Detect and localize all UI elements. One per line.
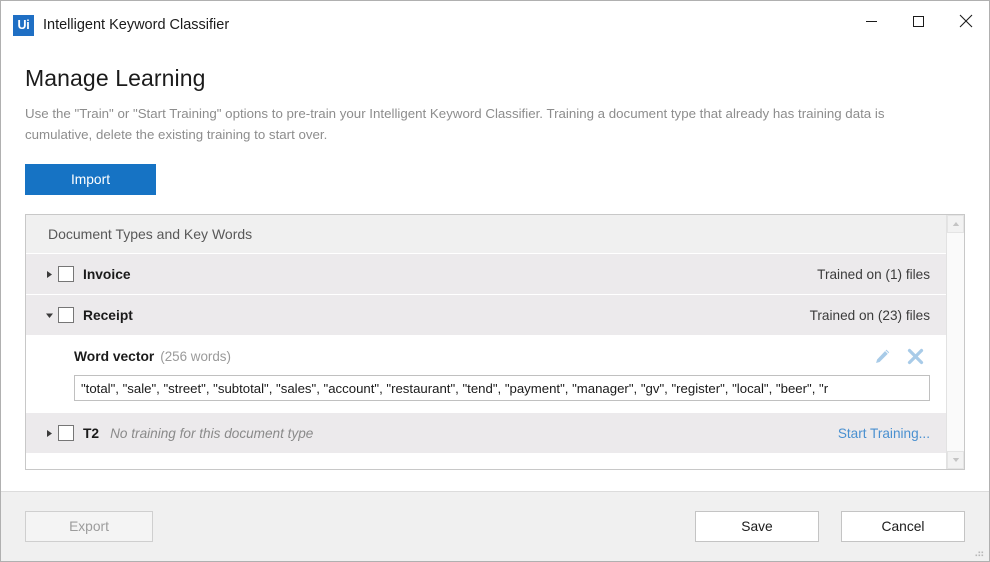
scrollbar-track[interactable] — [947, 233, 964, 452]
row-note: No training for this document type — [110, 425, 314, 441]
cancel-button[interactable]: Cancel — [841, 511, 965, 542]
document-types-list: Document Types and Key Words Invoice Tra… — [26, 215, 946, 469]
chevron-down-icon[interactable] — [40, 311, 58, 320]
close-icon[interactable] — [942, 1, 989, 41]
chevron-down-icon[interactable] — [947, 451, 964, 470]
list-header: Document Types and Key Words — [26, 215, 946, 254]
table-row[interactable]: T2 No training for this document type St… — [26, 412, 946, 454]
word-vector-actions — [874, 348, 930, 365]
pencil-icon[interactable] — [874, 348, 891, 365]
footer-bar: Export Save Cancel — [1, 491, 989, 561]
row-checkbox-invoice[interactable] — [58, 266, 74, 283]
app-window: Ui Intelligent Keyword Classifier Manage… — [0, 0, 990, 562]
title-bar-left: Ui Intelligent Keyword Classifier — [1, 1, 229, 36]
row-status: Trained on (1) files — [817, 266, 930, 282]
maximize-icon[interactable] — [895, 1, 942, 41]
row-label: T2 — [83, 425, 100, 441]
chevron-right-icon[interactable] — [40, 270, 58, 279]
minimize-icon[interactable] — [848, 1, 895, 41]
word-vector-input[interactable]: "total", "sale", "street", "subtotal", "… — [74, 375, 930, 402]
row-label: Invoice — [83, 266, 131, 282]
list-header-label: Document Types and Key Words — [48, 226, 253, 243]
scrollbar[interactable] — [946, 215, 964, 470]
word-vector-count: (256 words) — [160, 348, 231, 364]
row-checkbox-receipt[interactable] — [58, 307, 74, 324]
start-training-link[interactable]: Start Training... — [838, 426, 930, 441]
page-description: Use the "Train" or "Start Training" opti… — [25, 106, 885, 142]
chevron-up-icon[interactable] — [947, 215, 964, 234]
title-bar: Ui Intelligent Keyword Classifier — [1, 1, 989, 47]
window-controls — [848, 1, 989, 41]
table-row[interactable]: Receipt Trained on (23) files — [26, 294, 946, 336]
page-title: Manage Learning — [25, 65, 206, 91]
window-title: Intelligent Keyword Classifier — [43, 17, 230, 34]
import-button[interactable]: Import — [25, 164, 156, 196]
footer-actions: Save Cancel — [695, 511, 965, 542]
main-content: Manage Learning Use the "Train" or "Star… — [1, 65, 989, 471]
table-row[interactable]: Invoice Trained on (1) files — [26, 253, 946, 295]
row-status: Trained on (23) files — [809, 307, 930, 323]
word-vector-label: Word vector — [74, 348, 155, 364]
footer-inner: Export Save Cancel — [1, 492, 989, 561]
chevron-right-icon[interactable] — [40, 429, 58, 438]
uipath-logo-icon: Ui — [13, 15, 34, 36]
resize-grip[interactable] — [973, 546, 985, 558]
word-vector-detail: Word vector (256 words) "total", "sale",… — [26, 335, 946, 413]
row-label: Receipt — [83, 307, 133, 323]
row-checkbox-t2[interactable] — [58, 425, 74, 442]
document-types-panel: Document Types and Key Words Invoice Tra… — [25, 214, 965, 471]
word-vector-header: Word vector (256 words) — [74, 345, 930, 367]
close-x-icon[interactable] — [907, 348, 924, 365]
save-button[interactable]: Save — [695, 511, 819, 542]
export-button[interactable]: Export — [25, 511, 153, 542]
